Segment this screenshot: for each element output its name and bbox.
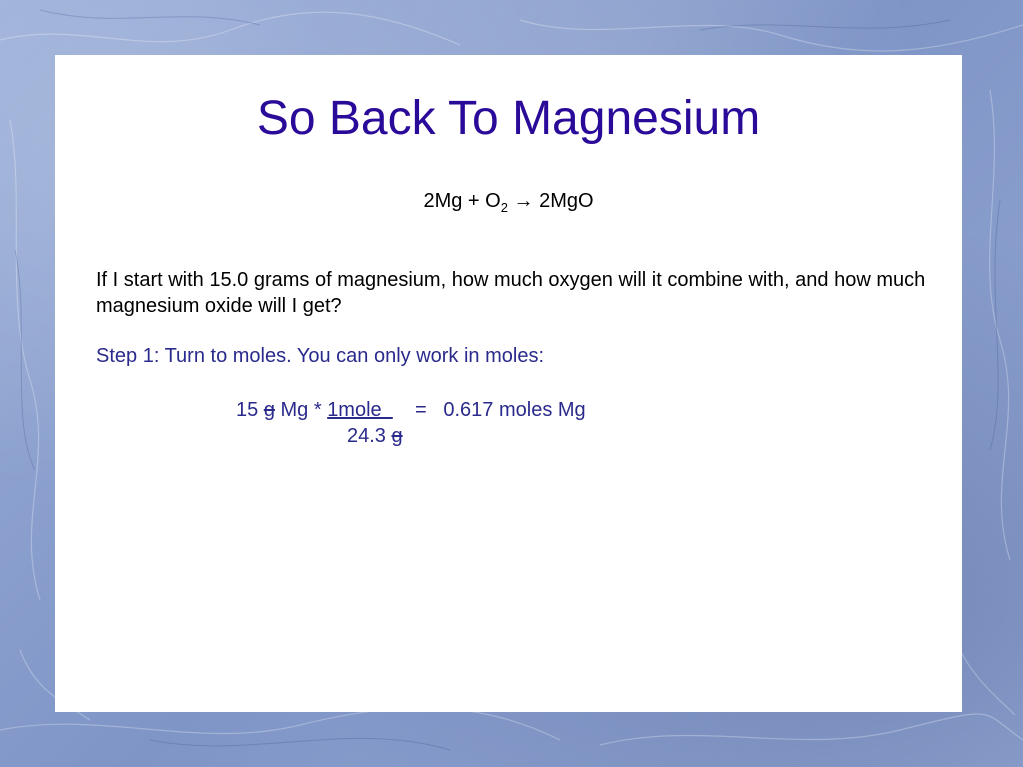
calc-element: Mg * [274, 399, 328, 421]
equation-product: 2MgO [539, 190, 594, 212]
equation-subscript: 2 [500, 200, 508, 215]
slide-title: So Back To Magnesium [256, 92, 761, 145]
calc-numerator: 1mole [327, 399, 393, 421]
calc-denominator-unit: g [391, 425, 403, 447]
question-text: If I start with 15.0 grams of magnesium,… [96, 269, 926, 317]
calculation-row: 15 g Mg * 1mole = 0.617 moles Mg [236, 397, 586, 423]
calc-result: = 0.617 moles Mg [392, 399, 586, 421]
arrow-icon: → [513, 190, 534, 212]
equation-reactants: 2Mg + O [423, 190, 501, 212]
slide-content: So Back To Magnesium 2Mg + O2 → 2MgO If … [55, 55, 962, 712]
mole-calculation: 15 g Mg * 1mole = 0.617 moles Mg 24.3 g [236, 397, 586, 447]
step-1-text: Step 1: Turn to moles. You can only work… [96, 345, 545, 367]
calc-denominator: 24.3 g [347, 423, 403, 449]
calc-molar-mass: 24.3 [347, 425, 392, 447]
chemical-equation: 2Mg + O2 → 2MgO [55, 190, 962, 215]
calc-unit-grams: g [263, 399, 275, 421]
calc-mass: 15 [236, 399, 264, 421]
